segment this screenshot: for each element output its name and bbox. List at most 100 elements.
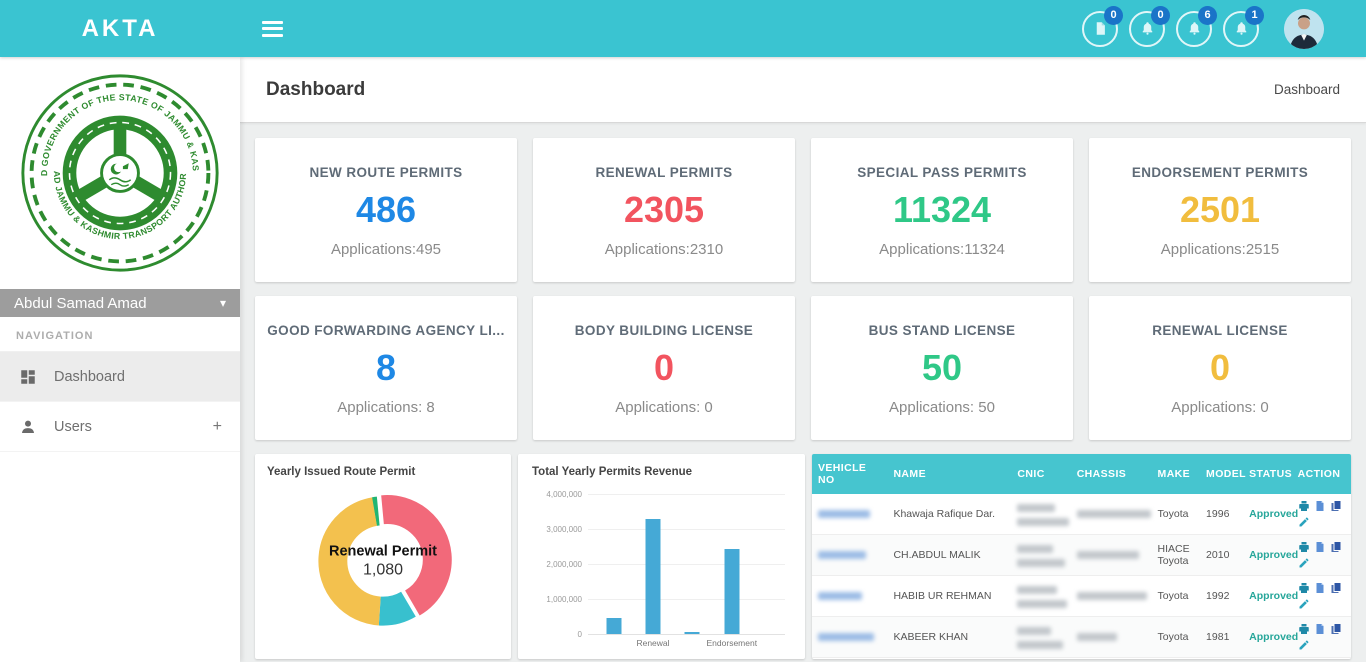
name-cell: MUHAMMAD ASHFAQ CHUDHARY: [887, 658, 1011, 660]
notification-icons: 0061: [1082, 11, 1270, 47]
stat-card-applications: Applications: 50: [811, 399, 1073, 416]
copy-icon[interactable]: [1330, 582, 1342, 594]
action-cell: [1292, 658, 1351, 660]
col-header-model[interactable]: MODEL: [1200, 454, 1243, 494]
page-title: Dashboard: [266, 79, 365, 101]
vehicle-no-cell[interactable]: [812, 617, 887, 658]
stat-card-applications: Applications:11324: [811, 241, 1073, 258]
stat-card-value: 2501: [1089, 189, 1351, 231]
col-header-cnic[interactable]: CNIC: [1011, 454, 1070, 494]
col-header-name[interactable]: NAME: [887, 454, 1011, 494]
document-icon[interactable]: [1314, 541, 1326, 553]
name-cell: Khawaja Rafique Dar.: [887, 494, 1011, 535]
table-row: Khawaja Rafique Dar.Toyota1996Approved: [812, 494, 1351, 535]
redacted-cnic: [1017, 545, 1053, 553]
document-icon[interactable]: [1314, 623, 1326, 635]
chassis-cell: [1071, 658, 1152, 660]
y-axis-label: 3,000,000: [534, 525, 582, 534]
status-badge: Approved: [1249, 508, 1298, 520]
notification-badge: 1: [1245, 6, 1264, 25]
row-actions: [1298, 623, 1350, 651]
bar[interactable]: [685, 632, 700, 634]
sidebar: AZAD GOVERNMENT OF THE STATE OF JAMMU & …: [0, 57, 240, 662]
print-icon[interactable]: [1298, 500, 1310, 512]
stat-card-title: SPECIAL PASS PERMITS: [811, 165, 1073, 180]
edit-pencil-icon[interactable]: [1298, 557, 1310, 569]
breadcrumb[interactable]: Dashboard: [1274, 82, 1340, 97]
sidebar-item-users[interactable]: Users+: [0, 402, 240, 452]
hamburger-menu-icon[interactable]: [262, 17, 283, 40]
sidebar-item-label: Dashboard: [54, 369, 125, 385]
copy-icon[interactable]: [1330, 623, 1342, 635]
donut-center-label: Renewal Permit 1,080: [329, 544, 437, 580]
stat-card-applications: Applications:495: [255, 241, 517, 258]
stat-card-value: 0: [1089, 347, 1351, 389]
status-cell: Approved: [1243, 576, 1292, 617]
print-icon[interactable]: [1298, 541, 1310, 553]
table-row: KABEER KHANToyota1981Approved: [812, 617, 1351, 658]
copy-icon[interactable]: [1330, 541, 1342, 553]
user-name: Abdul Samad Amad: [14, 295, 147, 312]
document-icon[interactable]: [1314, 582, 1326, 594]
vehicles-table: VEHICLE NONAMECNICCHASSISMAKEMODELSTATUS…: [812, 454, 1351, 659]
x-axis-label: Renewal: [636, 638, 669, 648]
bar-chart[interactable]: 4,000,0003,000,0002,000,0001,000,0000Ren…: [588, 494, 785, 634]
sidebar-item-dashboard[interactable]: Dashboard: [0, 352, 240, 402]
plus-icon[interactable]: +: [213, 418, 222, 436]
redacted-chassis: [1077, 633, 1117, 641]
make-cell: Toyota: [1152, 617, 1201, 658]
file-icon: [1093, 21, 1108, 36]
bar[interactable]: [646, 519, 661, 635]
edit-pencil-icon[interactable]: [1298, 598, 1310, 610]
user-icon: [18, 418, 38, 436]
vehicles-table-card: VEHICLE NONAMECNICCHASSISMAKEMODELSTATUS…: [812, 454, 1351, 659]
stat-card: ENDORSEMENT PERMITS2501Applications:2515: [1089, 138, 1351, 282]
nav-section-label: NAVIGATION: [0, 317, 240, 352]
bell-button[interactable]: 0: [1129, 11, 1165, 47]
stat-card-applications: Applications: 0: [1089, 399, 1351, 416]
copy-icon[interactable]: [1330, 500, 1342, 512]
col-header-make[interactable]: MAKE: [1152, 454, 1201, 494]
vehicle-no-cell[interactable]: [812, 658, 887, 660]
vehicle-no-cell[interactable]: [812, 494, 887, 535]
cnic-cell: [1011, 576, 1070, 617]
stat-card: NEW ROUTE PERMITS486Applications:495: [255, 138, 517, 282]
header-actions: 0061: [1082, 0, 1352, 57]
notification-badge: 0: [1104, 6, 1123, 25]
stat-card: SPECIAL PASS PERMITS11324Applications:11…: [811, 138, 1073, 282]
model-cell: 1981: [1200, 617, 1243, 658]
col-header-action[interactable]: ACTION: [1292, 454, 1351, 494]
edit-pencil-icon[interactable]: [1298, 516, 1310, 528]
print-icon[interactable]: [1298, 582, 1310, 594]
col-header-status[interactable]: STATUS: [1243, 454, 1292, 494]
gridline: [588, 494, 785, 495]
redacted-cnic: [1017, 586, 1057, 594]
document-icon[interactable]: [1314, 500, 1326, 512]
stat-cards-row-2: GOOD FORWARDING AGENCY LI...8Application…: [255, 296, 1351, 440]
redacted-chassis: [1077, 551, 1139, 559]
make-cell: HIACE Toyota: [1152, 535, 1201, 576]
bell-button[interactable]: 1: [1223, 11, 1259, 47]
user-menu[interactable]: Abdul Samad Amad ▾: [0, 289, 240, 317]
brand-logo[interactable]: AKTA: [0, 15, 240, 43]
user-avatar[interactable]: [1284, 9, 1324, 49]
redacted-vehicle-no: [818, 633, 874, 641]
edit-pencil-icon[interactable]: [1298, 639, 1310, 651]
status-cell: Approved: [1243, 535, 1292, 576]
file-button[interactable]: 0: [1082, 11, 1118, 47]
model-cell: 1996: [1200, 494, 1243, 535]
col-header-vehicle-no[interactable]: VEHICLE NO: [812, 454, 887, 494]
bar[interactable]: [724, 549, 739, 634]
vehicle-no-cell[interactable]: [812, 535, 887, 576]
bell-icon: [1187, 21, 1202, 36]
bar[interactable]: [606, 618, 621, 634]
print-icon[interactable]: [1298, 623, 1310, 635]
x-axis-label: Endorsement: [707, 638, 758, 648]
action-cell: [1292, 494, 1351, 535]
redacted-vehicle-no: [818, 592, 862, 600]
vehicle-no-cell[interactable]: [812, 576, 887, 617]
bell-button[interactable]: 6: [1176, 11, 1212, 47]
bell-icon: [1140, 21, 1155, 36]
col-header-chassis[interactable]: CHASSIS: [1071, 454, 1152, 494]
chassis-cell: [1071, 494, 1152, 535]
